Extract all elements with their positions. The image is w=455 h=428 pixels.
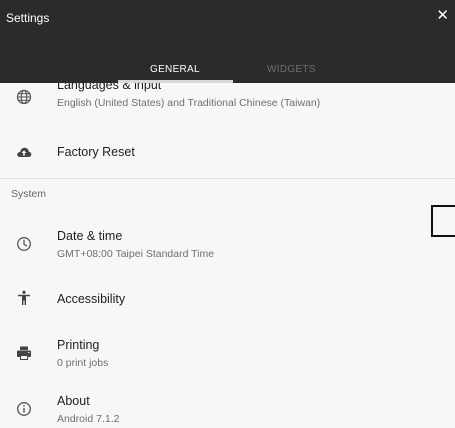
list-item-printing[interactable]: Printing 0 print jobs bbox=[0, 333, 455, 377]
printing-summary: 0 print jobs bbox=[57, 357, 109, 369]
accessibility-label: Accessibility bbox=[57, 292, 126, 306]
printing-label: Printing bbox=[57, 338, 100, 352]
factory-reset-label: Factory Reset bbox=[57, 145, 135, 159]
settings-header: Settings ✕ GENERAL WIDGETS bbox=[0, 0, 455, 83]
tab-widgets[interactable]: WIDGETS bbox=[267, 64, 316, 75]
list-item-languages[interactable]: Languages & input English (United States… bbox=[0, 83, 455, 119]
window-title: Settings bbox=[6, 11, 50, 25]
section-divider bbox=[0, 178, 455, 179]
list-item-accessibility[interactable]: Accessibility bbox=[0, 283, 455, 313]
about-label: About bbox=[57, 394, 90, 408]
overlay-box bbox=[431, 205, 455, 237]
languages-summary: English (United States) and Traditional … bbox=[57, 97, 321, 109]
date-time-summary: GMT+08:00 Taipei Standard Time bbox=[57, 248, 215, 260]
about-summary: Android 7.1.2 bbox=[57, 413, 120, 425]
info-icon bbox=[17, 402, 31, 416]
list-item-factory-reset[interactable]: Factory Reset bbox=[0, 131, 455, 171]
settings-list[interactable]: Languages & input English (United States… bbox=[0, 83, 455, 428]
close-icon[interactable]: ✕ bbox=[436, 8, 449, 23]
accessibility-icon bbox=[18, 290, 30, 305]
cloud-upload-icon bbox=[17, 147, 32, 157]
tab-general[interactable]: GENERAL bbox=[150, 64, 200, 75]
list-item-date-time[interactable]: Date & time GMT+08:00 Taipei Standard Ti… bbox=[0, 223, 455, 267]
printer-icon bbox=[17, 346, 31, 360]
list-item-about[interactable]: About Android 7.1.2 bbox=[0, 389, 455, 428]
date-time-label: Date & time bbox=[57, 229, 123, 243]
clock-icon bbox=[17, 237, 31, 251]
globe-icon bbox=[16, 89, 32, 105]
languages-label: Languages & input bbox=[57, 83, 162, 92]
section-header-system: System bbox=[11, 188, 47, 200]
